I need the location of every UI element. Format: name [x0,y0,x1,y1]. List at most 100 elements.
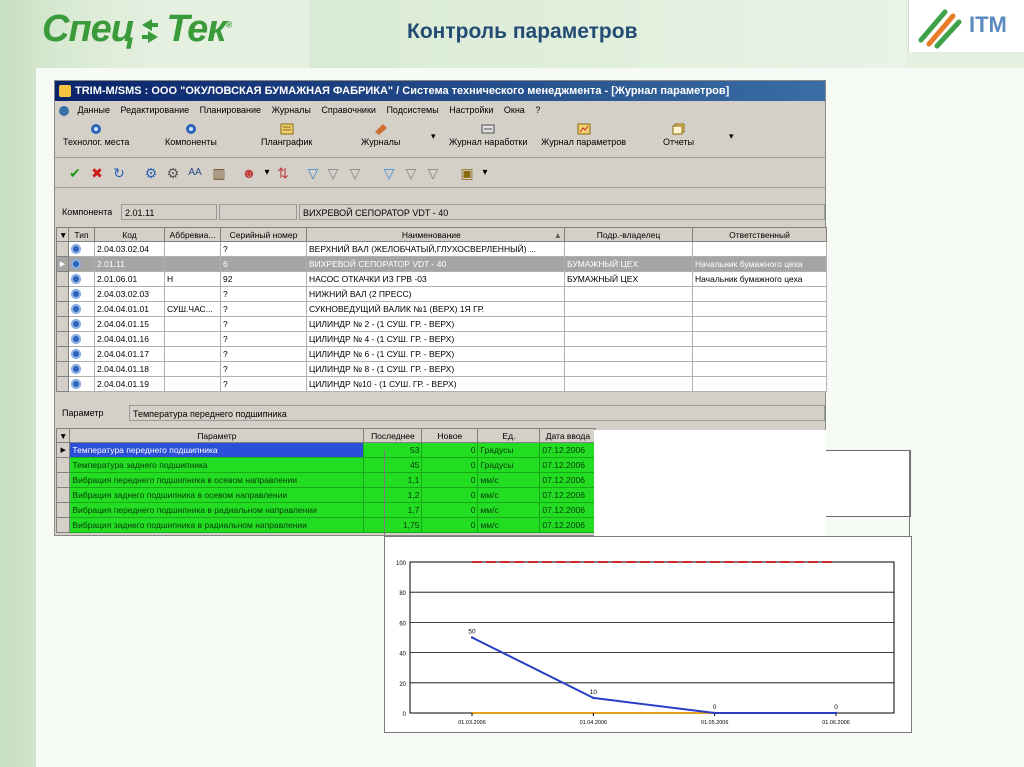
cell-serial: ? [220,346,307,362]
param-row[interactable]: Температура заднего подшипника 45 0 Градусы… [55,457,597,473]
filter-corner-icon[interactable]: ▼ [56,227,69,242]
x-tick-label: 01.04.2006 [580,720,608,726]
menu-journals[interactable]: Журналы [268,105,315,115]
col-header-unit[interactable]: Ед. [477,428,541,443]
tech-places-button[interactable]: Технолог. места [63,123,129,147]
filter-remove-icon[interactable]: ▽ [347,165,363,181]
row-indicator[interactable] [56,346,69,362]
row-indicator[interactable] [55,487,71,503]
cancel-icon[interactable]: ✖ [89,165,105,181]
col-header-last[interactable]: Последнее [363,428,423,443]
col-header-abbr[interactable]: Аббревиа... [164,227,221,242]
data-label: 50 [468,629,476,636]
confirm-icon[interactable]: ✔ [67,165,83,181]
row-indicator[interactable] [56,286,69,302]
component-name-field[interactable]: ВИХРЕВОЙ СЕПОРАТОР VDT - 40 [299,204,825,220]
parameter-field[interactable]: Температура переднего подшипника [129,405,825,421]
component-type-cell [68,376,95,392]
table-row[interactable]: 2.04.04.01.01 СУШ.ЧАС...? СУКНОВЕДУЩИЙ ВАЛ… [56,301,827,317]
table-row[interactable]: 2.04.04.01.15? ЦИЛИНДР № 2 - (1 СУШ. ГР. … [56,316,827,332]
line-chart: 02040608010001.03.2006 01.04.2006 01.05.20… [396,561,895,726]
param-row[interactable]: Вибрация переднего подшипника в осевом н… [55,472,597,488]
chart-panel-right-edge [909,450,910,536]
menu-data[interactable]: Данные [74,105,115,115]
row-indicator[interactable] [56,241,69,257]
filter-corner-icon[interactable]: ▼ [55,428,71,443]
filter2-remove-icon[interactable]: ▽ [425,165,441,181]
journals-dropdown[interactable]: ▾ [431,131,436,142]
itm-logo: ITM [908,0,1024,52]
param-row[interactable]: Вибрация заднего подшипника в осевом нап… [55,487,597,503]
data-point [834,711,838,715]
col-header-date[interactable]: Дата ввода [539,428,597,443]
journals-button[interactable]: Журналы [361,123,400,147]
runtime-log-button[interactable]: Журнал наработки [449,123,527,147]
param-row[interactable]: Вибрация переднего подшипника в радиальн… [55,502,597,518]
row-indicator[interactable]: ▶ [55,442,71,458]
col-header-responsible[interactable]: Ответственный [692,227,827,242]
row-indicator[interactable] [56,376,69,392]
menu-planning[interactable]: Планирование [196,105,265,115]
table-row[interactable]: 2.04.04.01.16? ЦИЛИНДР № 4 - (1 СУШ. ГР. … [56,331,827,347]
sort-icon[interactable]: ⇅ [275,165,291,181]
menu-logo-icon[interactable] [59,105,69,116]
row-indicator[interactable] [55,502,71,518]
menu-help[interactable]: ? [531,105,544,115]
col-header-new[interactable]: Новое [421,428,479,443]
components-button[interactable]: Компоненты [165,123,217,147]
table-row[interactable]: 2.04.04.01.18? ЦИЛИНДР № 8 - (1 СУШ. ГР. … [56,361,827,377]
logo-arrows-icon [142,18,159,43]
filter2-add-icon[interactable]: ▽ [403,165,419,181]
component-extra-field[interactable] [219,204,297,220]
table-row[interactable]: 2.04.03.02.03? НИЖНИЙ ВАЛ (2 ПРЕСС) [56,286,827,302]
col-header-type[interactable]: Тип [68,227,95,242]
cell-code: 2.04.04.01.01 [94,301,165,317]
user-dropdown-icon[interactable]: ▾ [259,165,275,181]
table-row[interactable]: 2.04.04.01.17? ЦИЛИНДР № 6 - (1 СУШ. ГР. … [56,346,827,362]
row-indicator[interactable] [55,472,71,488]
row-indicator[interactable] [56,271,69,287]
refresh-icon[interactable]: ↻ [111,165,127,181]
schedule-button[interactable]: Планграфик [261,123,312,147]
menu-bar: Данные Редактирование Планирование Журна… [55,101,825,119]
books-icon[interactable]: ▥ [211,165,227,181]
table-row[interactable]: 2.01.06.01 Н 92 НАСОС ОТКАЧКИ ИЗ ГРВ -03 БУМ… [56,271,827,287]
settings-gear-icon[interactable]: ⚙ [165,165,181,181]
row-indicator[interactable] [55,517,71,533]
menu-references[interactable]: Справочники [317,105,380,115]
col-header-parameter[interactable]: Параметр [69,428,365,443]
menu-settings[interactable]: Настройки [445,105,497,115]
col-header-owner[interactable]: Подр.-владелец [564,227,693,242]
user-icon[interactable]: ☻ [241,165,257,181]
text-aa-icon[interactable]: AA [187,165,203,181]
params-log-button[interactable]: Журнал параметров [541,123,626,147]
row-indicator[interactable]: ▶ [56,256,69,272]
cell-name: НИЖНИЙ ВАЛ (2 ПРЕСС) [306,286,565,302]
col-header-name[interactable]: Наименование ▲ [306,227,565,242]
param-row[interactable]: ▶ Температура переднего подшипника 53 0 Град… [55,442,597,458]
param-row[interactable]: Вибрация заднего подшипника в радиальном… [55,517,597,533]
window-dropdown-icon[interactable]: ▾ [477,165,493,181]
col-header-serial[interactable]: Серийный номер [220,227,307,242]
table-row[interactable]: 2.04.03.02.04? ВЕРХНИЙ ВАЛ (ЖЕЛОБЧАТЫЙ,ГЛ… [56,241,827,257]
menu-edit[interactable]: Редактирование [117,105,194,115]
menu-windows[interactable]: Окна [500,105,529,115]
x-tick-label: 01.05.2006 [701,720,729,726]
menu-subsystems[interactable]: Подсистемы [382,105,442,115]
filter-add-icon[interactable]: ▽ [325,165,341,181]
row-indicator[interactable] [56,361,69,377]
row-indicator[interactable] [56,316,69,332]
filter-icon[interactable]: ▽ [305,165,321,181]
toolbar-more-dropdown[interactable]: ▾ [729,131,734,142]
row-indicator[interactable] [55,457,71,473]
row-indicator[interactable] [56,301,69,317]
table-row[interactable]: 2.04.04.01.19? ЦИЛИНДР №10 - (1 СУШ. ГР. … [56,376,827,392]
row-indicator[interactable] [56,331,69,347]
reports-button[interactable]: Отчеты [663,123,694,147]
filter2-icon[interactable]: ▽ [381,165,397,181]
window-icon[interactable]: ▣ [459,165,475,181]
component-code-field[interactable]: 2.01.11 [121,204,217,220]
gear-icon[interactable]: ⚙ [143,165,159,181]
col-header-code[interactable]: Код [94,227,165,242]
table-row[interactable]: ▶ 2.01.11 6 ВИХРЕВОЙ СЕПОРАТОР VDT - 40 БУМА… [56,256,827,272]
